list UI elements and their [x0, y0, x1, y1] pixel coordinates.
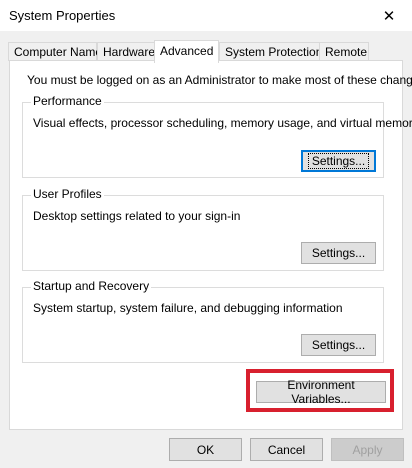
user-profiles-group: User Profiles Desktop settings related t…	[22, 187, 384, 271]
performance-description: Visual effects, processor scheduling, me…	[33, 116, 412, 130]
startup-recovery-settings-button[interactable]: Settings...	[301, 334, 376, 356]
performance-settings-label: Settings...	[307, 153, 370, 169]
cancel-button[interactable]: Cancel	[250, 438, 323, 461]
ok-button[interactable]: OK	[169, 438, 242, 461]
user-profiles-settings-button[interactable]: Settings...	[301, 242, 376, 264]
tab-advanced[interactable]: Advanced	[154, 40, 219, 63]
startup-recovery-legend: Startup and Recovery	[31, 279, 152, 293]
admin-note: You must be logged on as an Administrato…	[27, 73, 412, 87]
performance-legend: Performance	[31, 94, 104, 108]
performance-group: Performance Visual effects, processor sc…	[22, 94, 412, 178]
startup-recovery-group: Startup and Recovery System startup, sys…	[22, 279, 384, 363]
window-title: System Properties	[9, 8, 116, 23]
tab-computer-name[interactable]: Computer Name	[8, 42, 102, 61]
user-profiles-legend: User Profiles	[31, 187, 104, 201]
highlight-box	[246, 369, 394, 412]
performance-settings-button[interactable]: Settings...	[301, 150, 376, 172]
title-bar: System Properties ✕	[0, 0, 412, 31]
tab-system-protection[interactable]: System Protection	[219, 42, 322, 61]
apply-button[interactable]: Apply	[331, 438, 404, 461]
startup-recovery-description: System startup, system failure, and debu…	[33, 301, 343, 315]
tab-hardware[interactable]: Hardware	[97, 42, 155, 61]
user-profiles-description: Desktop settings related to your sign-in	[33, 209, 241, 223]
close-icon[interactable]: ✕	[366, 0, 412, 31]
tab-remote[interactable]: Remote	[319, 42, 369, 61]
